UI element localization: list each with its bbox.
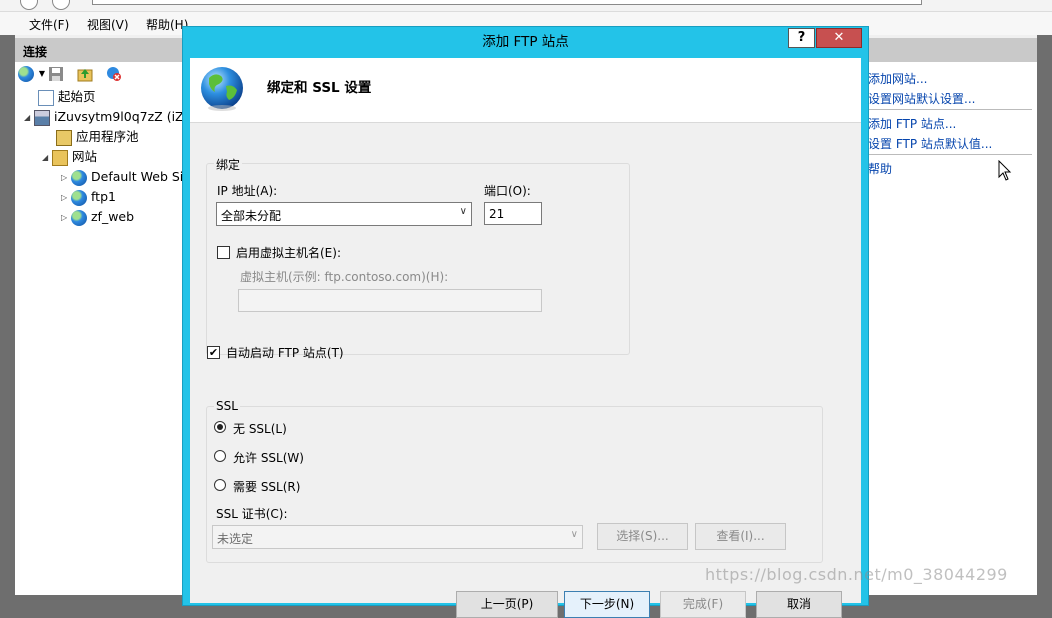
ip-address-label: IP 地址(A): bbox=[217, 184, 278, 198]
start-page-icon bbox=[38, 89, 54, 106]
forward-button[interactable] bbox=[52, 0, 70, 10]
expand-arrow-icon[interactable]: ▷ bbox=[61, 169, 71, 187]
radio-require-ssl[interactable] bbox=[214, 479, 226, 491]
help-button[interactable]: ? bbox=[788, 28, 815, 48]
port-input[interactable]: 21 bbox=[484, 202, 542, 225]
auto-start-checkbox[interactable]: ✔ bbox=[207, 346, 220, 359]
action-help[interactable]: 帮助 bbox=[868, 160, 892, 177]
mouse-cursor-icon bbox=[998, 160, 1012, 181]
connect-icon[interactable] bbox=[18, 66, 34, 82]
disconnect-icon[interactable] bbox=[106, 66, 122, 82]
no-ssl-label: 无 SSL(L) bbox=[233, 422, 287, 436]
window-frame-left bbox=[0, 35, 15, 595]
globe-icon bbox=[201, 67, 243, 111]
view-cert-button[interactable]: 查看(I)... bbox=[695, 523, 786, 550]
save-icon[interactable] bbox=[48, 66, 64, 82]
ip-address-select[interactable]: 全部未分配 ∨ bbox=[216, 202, 472, 226]
add-ftp-site-dialog: 添加 FTP 站点 ? ✕ 绑定和 SSL 设置 绑定 IP 地址(A): 全部… bbox=[182, 26, 869, 618]
action-set-website-defaults[interactable]: 设置网站默认设置... bbox=[868, 90, 975, 107]
virtual-host-input[interactable] bbox=[238, 289, 542, 312]
tree-item-default-web-site[interactable]: ▷ Default Web Si bbox=[61, 168, 183, 188]
server-icon bbox=[34, 109, 50, 126]
ssl-group-label: SSL bbox=[214, 399, 240, 413]
dialog-header: 绑定和 SSL 设置 bbox=[190, 58, 861, 123]
action-add-ftp-site[interactable]: 添加 FTP 站点... bbox=[868, 115, 956, 132]
back-button[interactable] bbox=[20, 0, 38, 10]
expand-arrow-icon[interactable]: ▷ bbox=[61, 209, 71, 227]
action-add-website[interactable]: 添加网站... bbox=[868, 70, 927, 87]
radio-allow-ssl[interactable] bbox=[214, 450, 226, 462]
port-label: 端口(O): bbox=[484, 184, 531, 198]
address-bar[interactable] bbox=[92, 0, 922, 5]
collapse-arrow-icon[interactable]: ◢ bbox=[42, 149, 52, 167]
tree-item-ftp1[interactable]: ▷ ftp1 bbox=[61, 188, 116, 208]
tree-item-zf-web[interactable]: ▷ zf_web bbox=[61, 208, 134, 228]
sites-folder-icon bbox=[52, 149, 68, 166]
auto-start-label: 自动启动 FTP 站点(T) bbox=[226, 346, 344, 360]
virtual-host-label: 虚拟主机(示例: ftp.contoso.com)(H): bbox=[240, 270, 449, 284]
tree-item-app-pools[interactable]: 应用程序池 bbox=[46, 128, 139, 148]
action-set-ftp-defaults[interactable]: 设置 FTP 站点默认值... bbox=[868, 135, 992, 152]
watermark: https://blog.csdn.net/m0_38044299 bbox=[705, 565, 1008, 584]
actions-panel: 添加网站... 设置网站默认设置... 添加 FTP 站点... 设置 FTP … bbox=[866, 62, 1037, 595]
expand-arrow-icon[interactable]: ▷ bbox=[61, 189, 71, 207]
page-title: 绑定和 SSL 设置 bbox=[267, 80, 372, 96]
action-separator bbox=[866, 109, 1032, 110]
menu-view[interactable]: 视图(V) bbox=[87, 16, 129, 33]
site-globe-icon bbox=[71, 209, 87, 226]
finish-button[interactable]: 完成(F) bbox=[660, 591, 746, 618]
window-frame-right bbox=[1037, 35, 1052, 595]
prev-button[interactable]: 上一页(P) bbox=[456, 591, 558, 618]
cancel-button[interactable]: 取消 bbox=[756, 591, 842, 618]
enable-virtual-host-checkbox[interactable] bbox=[217, 246, 230, 259]
connections-panel: ▼ 起始页 ◢ iZuvsytm9l0q7zZ (iZuv 应用程序池 ◢ 网站 ▷… bbox=[15, 62, 199, 595]
site-globe-icon bbox=[71, 169, 87, 186]
address-strip bbox=[0, 0, 1052, 12]
connections-toolbar: ▼ bbox=[15, 62, 183, 86]
up-folder-icon[interactable] bbox=[77, 66, 93, 82]
action-separator bbox=[866, 154, 1032, 155]
chevron-down-icon: ∨ bbox=[570, 529, 578, 540]
ftp-site-icon bbox=[71, 189, 87, 206]
dialog-body: 绑定和 SSL 设置 绑定 IP 地址(A): 全部未分配 ∨ 端口(O): 2… bbox=[190, 58, 861, 618]
enable-virtual-host-label: 启用虚拟主机名(E): bbox=[236, 246, 341, 260]
ssl-cert-select[interactable]: 未选定 ∨ bbox=[212, 525, 583, 549]
allow-ssl-label: 允许 SSL(W) bbox=[233, 451, 304, 465]
tree-item-server[interactable]: ◢ iZuvsytm9l0q7zZ (iZuv bbox=[24, 108, 199, 128]
tree-item-start-page[interactable]: 起始页 bbox=[28, 88, 96, 108]
binding-group-label: 绑定 bbox=[214, 156, 243, 173]
menu-file[interactable]: 文件(F) bbox=[29, 16, 69, 33]
require-ssl-label: 需要 SSL(R) bbox=[233, 480, 301, 494]
tree-item-sites[interactable]: ◢ 网站 bbox=[42, 148, 97, 168]
app-pool-icon bbox=[56, 129, 72, 146]
chevron-down-icon: ∨ bbox=[459, 206, 467, 217]
checkmark-icon: ✔ bbox=[208, 346, 219, 359]
ssl-cert-label: SSL 证书(C): bbox=[216, 507, 288, 521]
select-cert-button[interactable]: 选择(S)... bbox=[597, 523, 688, 550]
radio-no-ssl[interactable] bbox=[214, 421, 226, 433]
dialog-title: 添加 FTP 站点 bbox=[482, 34, 569, 50]
close-button[interactable]: ✕ bbox=[816, 28, 862, 48]
next-button[interactable]: 下一步(N) bbox=[564, 591, 650, 618]
collapse-arrow-icon[interactable]: ◢ bbox=[24, 109, 34, 127]
